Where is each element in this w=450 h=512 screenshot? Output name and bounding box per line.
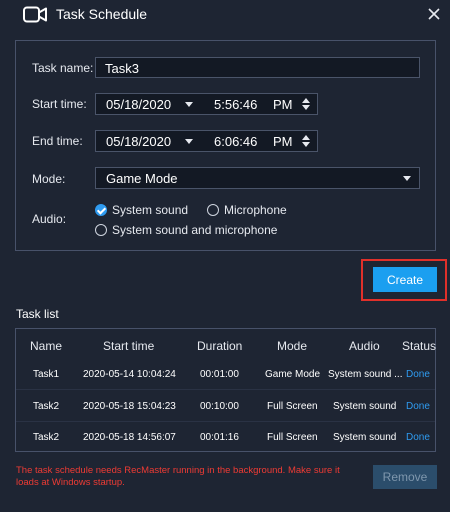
- mode-select[interactable]: Game Mode: [95, 167, 420, 189]
- cell-duration: 00:10:00: [200, 401, 239, 412]
- row-divider: [16, 421, 435, 422]
- cell-status: Done: [406, 369, 430, 380]
- cell-duration: 00:01:00: [200, 369, 239, 380]
- cell-mode: Full Screen: [267, 432, 318, 443]
- row-divider: [16, 389, 435, 390]
- cell-mode: Full Screen: [267, 401, 318, 412]
- end-time-label: End time:: [32, 134, 83, 148]
- remove-button[interactable]: Remove: [373, 465, 437, 489]
- cell-name: Task1: [33, 369, 60, 380]
- audio-option-system-sound[interactable]: System sound: [95, 203, 188, 217]
- radio-unchecked-icon[interactable]: [207, 204, 219, 216]
- radio-unchecked-icon[interactable]: [95, 224, 107, 236]
- audio-option-label: System sound: [112, 203, 189, 217]
- start-time-label: Start time:: [32, 97, 87, 111]
- start-ampm-value: PM: [273, 97, 293, 112]
- audio-option-system-and-mic[interactable]: System sound and microphone: [95, 223, 277, 237]
- task-name-value: Task3: [105, 61, 139, 76]
- audio-option-label: Microphone: [224, 203, 287, 217]
- background-requirement-notice: The task schedule needs RecMaster runnin…: [16, 465, 340, 488]
- start-datetime-picker[interactable]: 05/18/2020 5:56:46 PM: [95, 93, 318, 115]
- mode-selected-value: Game Mode: [106, 171, 178, 186]
- cell-status: Done: [406, 401, 430, 412]
- cell-mode: Game Mode: [265, 369, 321, 380]
- column-header-audio: Audio: [349, 339, 380, 353]
- chevron-down-icon[interactable]: [403, 176, 411, 181]
- end-datetime-picker[interactable]: 05/18/2020 6:06:46 PM: [95, 130, 318, 152]
- create-button[interactable]: Create: [373, 267, 437, 292]
- column-header-start-time: Start time: [103, 339, 155, 353]
- cell-audio: System sound: [333, 432, 397, 443]
- radio-checked-icon[interactable]: [95, 204, 107, 216]
- audio-label: Audio:: [32, 212, 67, 226]
- task-name-input[interactable]: Task3: [95, 57, 420, 78]
- cell-start-time: 2020-05-18 15:04:23: [83, 401, 176, 412]
- start-date-value: 05/18/2020: [106, 97, 172, 112]
- end-date-dropdown-icon[interactable]: [185, 139, 193, 144]
- title-bar: Task Schedule: [0, 0, 450, 30]
- mode-label: Mode:: [32, 172, 66, 186]
- cell-status: Done: [406, 432, 430, 443]
- start-date-dropdown-icon[interactable]: [185, 102, 193, 107]
- start-time-spinner-icon[interactable]: [302, 98, 310, 110]
- column-header-duration: Duration: [197, 339, 243, 353]
- end-time-spinner-icon[interactable]: [302, 135, 310, 147]
- audio-option-microphone[interactable]: Microphone: [207, 203, 287, 217]
- cell-audio: System sound: [333, 401, 397, 412]
- audio-option-label: System sound and microphone: [112, 223, 278, 237]
- column-header-name: Name: [30, 339, 63, 353]
- window-title: Task Schedule: [56, 6, 148, 22]
- end-time-value: 6:06:46: [214, 134, 258, 149]
- cell-start-time: 2020-05-14 10:04:24: [83, 369, 176, 380]
- end-ampm-value: PM: [273, 134, 293, 149]
- task-name-label: Task name:: [32, 61, 94, 75]
- end-date-value: 05/18/2020: [106, 134, 172, 149]
- column-header-mode: Mode: [277, 339, 308, 353]
- cell-name: Task2: [33, 432, 60, 443]
- video-camera-icon: [23, 6, 47, 23]
- cell-audio: System sound ...: [328, 369, 403, 380]
- task-list-table: Name Start time Duration Mode Audio Stat…: [15, 328, 436, 452]
- task-settings-panel: Task name: Task3 Start time: 05/18/2020 …: [15, 40, 436, 251]
- start-time-value: 5:56:46: [214, 97, 258, 112]
- cell-duration: 00:01:16: [200, 432, 239, 443]
- close-icon[interactable]: [428, 8, 440, 20]
- column-header-status: Status: [402, 339, 437, 353]
- cell-start-time: 2020-05-18 14:56:07: [83, 432, 176, 443]
- task-list-title: Task list: [16, 307, 59, 321]
- cell-name: Task2: [33, 401, 60, 412]
